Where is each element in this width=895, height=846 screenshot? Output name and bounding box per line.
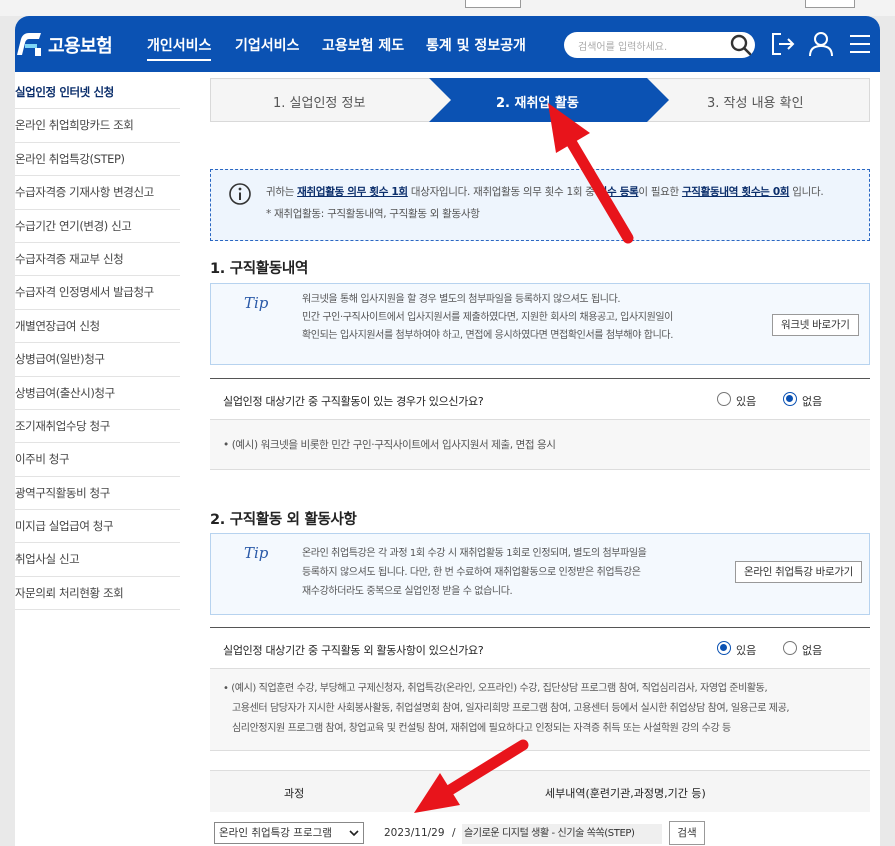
user-icon[interactable] xyxy=(807,30,835,58)
search-icon[interactable] xyxy=(729,33,753,57)
section1-example: • (예시) 워크넷을 비롯한 민간 구인·구직사이트에서 입사지원서 제출, … xyxy=(223,439,556,451)
section2-radio-no[interactable] xyxy=(783,641,797,655)
logout-icon[interactable] xyxy=(769,30,797,58)
section1-radio-yes[interactable] xyxy=(717,392,731,406)
sidebar-item-extended-benefit[interactable]: 개별연장급여 신청 xyxy=(15,310,180,344)
tip-text: 워크넷을 통해 입사지원을 할 경우 별도의 첨부파일을 등록하지 않으셔도 됩… xyxy=(302,294,673,341)
sidebar-item-sickness-general[interactable]: 상병급여(일반)청구 xyxy=(15,343,180,377)
chevron-down-icon xyxy=(349,830,359,837)
sidebar-item-certificate[interactable]: 수급자격 인정명세서 발급청구 xyxy=(15,276,180,310)
activity-table-row: 온라인 취업특강 프로그램 2023/11/29 / 슬기로운 디지털 생활 -… xyxy=(210,812,870,846)
section1-radio-no-label[interactable]: 없음 xyxy=(802,393,822,409)
sidebar-item-unemployment-recognition[interactable]: 실업인정 인터넷 신청 xyxy=(15,76,180,110)
section1-radio-yes-label[interactable]: 있음 xyxy=(736,393,756,409)
sidebar-item-job-hope-card[interactable]: 온라인 취업희망카드 조회 xyxy=(15,109,180,143)
sidebar-item-online-lecture[interactable]: 온라인 취업특강(STEP) xyxy=(15,143,180,177)
tip-logo: Tip xyxy=(244,294,269,312)
section2-radio-yes-label[interactable]: 있음 xyxy=(736,642,756,658)
sidebar-item-reissue[interactable]: 수급자격증 재교부 신청 xyxy=(15,243,180,277)
online-lecture-link-button[interactable]: 온라인 취업특강 바로가기 xyxy=(735,561,863,583)
nav-business-services[interactable]: 기업서비스 xyxy=(235,35,299,55)
activity-table-header: 과정 세부내역(훈련기관,과정명,기간 등) xyxy=(210,770,870,812)
col-course: 과정 xyxy=(284,787,305,800)
section2-example-box: • (예시) 직업훈련 수강, 부당해고 구제신청자, 취업특강(온라인, 오프… xyxy=(210,669,870,751)
section2-radio-yes[interactable] xyxy=(717,641,731,655)
activity-date: 2023/11/29 xyxy=(384,827,445,839)
tip-logo: Tip xyxy=(244,544,269,562)
section1-example-box: • (예시) 워크넷을 비롯한 민간 구인·구직사이트에서 입사지원서 제출, … xyxy=(210,420,870,470)
annotation-arrow-up xyxy=(548,103,634,244)
sidebar-item-advice-status[interactable]: 자문의뢰 처리현황 조회 xyxy=(15,577,180,611)
worknet-link-button[interactable]: 워크넷 바로가기 xyxy=(772,314,859,336)
notice-subtext: * 재취업활동: 구직활동내역, 구직활동 외 활동사항 xyxy=(266,208,480,220)
section1-radio-no[interactable] xyxy=(783,392,797,406)
step-1: 1. 실업인정 정보 xyxy=(273,96,366,111)
tip-text: 온라인 취업특강은 각 과정 1회 수강 시 재취업활동 1회로 인정되며, 별… xyxy=(302,548,647,597)
search-input[interactable]: 검색어를 입력하세요. xyxy=(578,38,667,53)
sidebar-item-relocation[interactable]: 이주비 청구 xyxy=(15,443,180,477)
section2-tip-box: Tip 온라인 취업특강은 각 과정 1회 수강 시 재취업활동 1회로 인정되… xyxy=(210,533,870,615)
site-header: 고용보험 개인서비스 기업서비스 고용보험 제도 통계 및 정보공개 검색어를 … xyxy=(15,16,880,72)
nav-personal-services[interactable]: 개인서비스 xyxy=(147,35,212,61)
activity-detail-field[interactable]: 슬기로운 디지털 생활 - 신기술 쏙쏙(STEP) xyxy=(462,824,662,844)
logo-text: 고용보험 xyxy=(48,36,113,57)
browser-top-strip xyxy=(0,0,895,16)
sidebar-item-period-postpone[interactable]: 수급기간 연기(변경) 신고 xyxy=(15,210,180,243)
sidebar-item-job-search-cost[interactable]: 광역구직활동비 청구 xyxy=(15,477,180,511)
info-icon xyxy=(229,183,251,205)
menu-icon[interactable] xyxy=(846,30,874,58)
nav-statistics[interactable]: 통계 및 정보공개 xyxy=(426,35,526,55)
section1-question-row: 실업인정 대상기간 중 구직활동이 있는 경우가 있으신가요? 있음 없음 xyxy=(210,378,870,420)
site-search[interactable]: 검색어를 입력하세요. xyxy=(564,32,755,58)
date-separator: / xyxy=(452,827,456,839)
sidebar-item-unpaid-benefit[interactable]: 미지급 실업급여 청구 xyxy=(15,510,180,544)
sidebar-item-sickness-birth[interactable]: 상병급여(출산시)청구 xyxy=(15,377,180,410)
step-3: 3. 작성 내용 확인 xyxy=(707,96,804,111)
nav-insurance-system[interactable]: 고용보험 제도 xyxy=(322,35,404,55)
col-detail: 세부내역(훈련기관,과정명,기간 등) xyxy=(545,787,706,800)
sidebar-item-employment-report[interactable]: 취업사실 신고 xyxy=(15,543,180,577)
sidebar-menu: 실업인정 인터넷 신청 온라인 취업희망카드 조회 온라인 취업특강(STEP)… xyxy=(15,76,180,611)
section1-title: 1. 구직활동내역 xyxy=(210,261,308,277)
section1-question: 실업인정 대상기간 중 구직활동이 있는 경우가 있으신가요? xyxy=(223,395,484,408)
section2-example: • (예시) 직업훈련 수강, 부당해고 구제신청자, 취업특강(온라인, 오프… xyxy=(223,683,790,734)
section2-title: 2. 구직활동 외 활동사항 xyxy=(210,512,357,528)
sidebar-item-early-reemployment[interactable]: 조기재취업수당 청구 xyxy=(15,410,180,444)
section2-radio-no-label[interactable]: 없음 xyxy=(802,642,822,658)
section2-question: 실업인정 대상기간 중 구직활동 외 활동사항이 있으신가요? xyxy=(223,644,484,657)
section2-question-row: 실업인정 대상기간 중 구직활동 외 활동사항이 있으신가요? 있음 없음 xyxy=(210,627,870,669)
site-logo[interactable]: 고용보험 xyxy=(15,29,125,59)
sidebar-item-change-report[interactable]: 수급자격증 기재사항 변경신고 xyxy=(15,176,180,210)
annotation-arrow-left xyxy=(414,739,529,813)
section1-tip-box: Tip 워크넷을 통해 입사지원을 할 경우 별도의 첨부파일을 등록하지 않으… xyxy=(210,283,870,365)
ei-logo-icon xyxy=(17,33,41,56)
search-button[interactable]: 검색 xyxy=(669,821,705,845)
course-select[interactable]: 온라인 취업특강 프로그램 xyxy=(214,822,364,844)
page-frame: 고용보험 개인서비스 기업서비스 고용보험 제도 통계 및 정보공개 검색어를 … xyxy=(15,16,880,846)
